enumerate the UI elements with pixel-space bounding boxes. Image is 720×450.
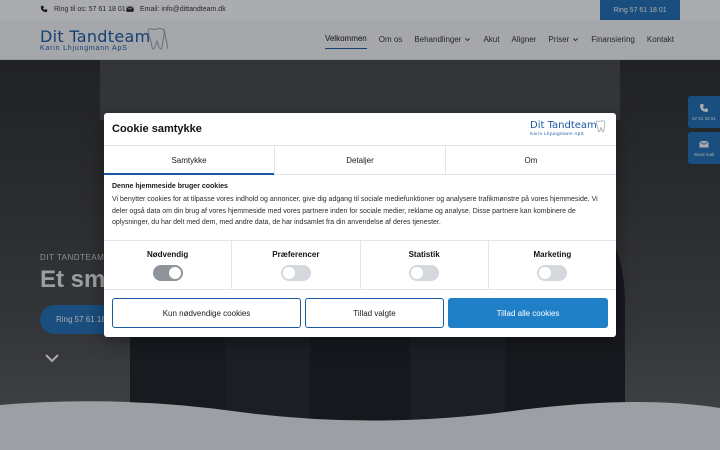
tab-samtykke[interactable]: Samtykke bbox=[104, 146, 274, 175]
toggle-knob bbox=[282, 267, 295, 279]
dialog-logo-subtitle: Karin Lhjungmann ApS bbox=[530, 131, 585, 136]
toggle-knob bbox=[539, 267, 552, 279]
tooth-logo-icon bbox=[595, 120, 606, 133]
necessary-toggle[interactable] bbox=[152, 265, 183, 281]
necessary-only-button[interactable]: Kun nødvendige cookies bbox=[112, 298, 301, 328]
toggle-knob bbox=[168, 267, 181, 279]
category-marketing: Marketing bbox=[487, 241, 616, 289]
dialog-title: Cookie samtykke bbox=[112, 123, 202, 135]
allow-all-button[interactable]: Tillad alle cookies bbox=[448, 298, 608, 328]
category-necessary: Nødvendig bbox=[104, 241, 231, 289]
dialog-tabs: Samtykke Detaljer Om bbox=[104, 145, 616, 175]
category-preferences: Præferencer bbox=[231, 241, 359, 289]
category-label: Præferencer bbox=[272, 250, 320, 259]
tab-om[interactable]: Om bbox=[445, 146, 616, 174]
category-label: Marketing bbox=[533, 250, 572, 259]
toggle-knob bbox=[411, 267, 424, 279]
dialog-text: Vi benytter cookies for at tilpasse vore… bbox=[112, 196, 598, 226]
marketing-toggle[interactable] bbox=[537, 265, 568, 281]
statistics-toggle[interactable] bbox=[409, 265, 440, 281]
dialog-actions: Kun nødvendige cookies Tillad valgte Til… bbox=[112, 298, 608, 328]
cookie-dialog: Cookie samtykke Dit Tandteam Karin Lhjun… bbox=[104, 113, 616, 337]
category-statistics: Statistik bbox=[359, 241, 488, 289]
dialog-logo: Dit Tandteam Karin Lhjungmann ApS bbox=[530, 120, 597, 136]
allow-selected-button[interactable]: Tillad valgte bbox=[305, 298, 444, 328]
dialog-body: Denne hjemmeside bruger cookies Vi benyt… bbox=[112, 183, 610, 229]
cookie-categories: Nødvendig Præferencer Statistik Marketin… bbox=[104, 240, 616, 290]
dialog-logo-title: Dit Tandteam bbox=[530, 120, 597, 131]
category-label: Statistik bbox=[408, 250, 440, 259]
dialog-heading: Denne hjemmeside bruger cookies bbox=[112, 183, 228, 190]
tab-detaljer[interactable]: Detaljer bbox=[274, 146, 445, 174]
preferences-toggle[interactable] bbox=[280, 265, 311, 281]
category-label: Nødvendig bbox=[146, 250, 189, 259]
